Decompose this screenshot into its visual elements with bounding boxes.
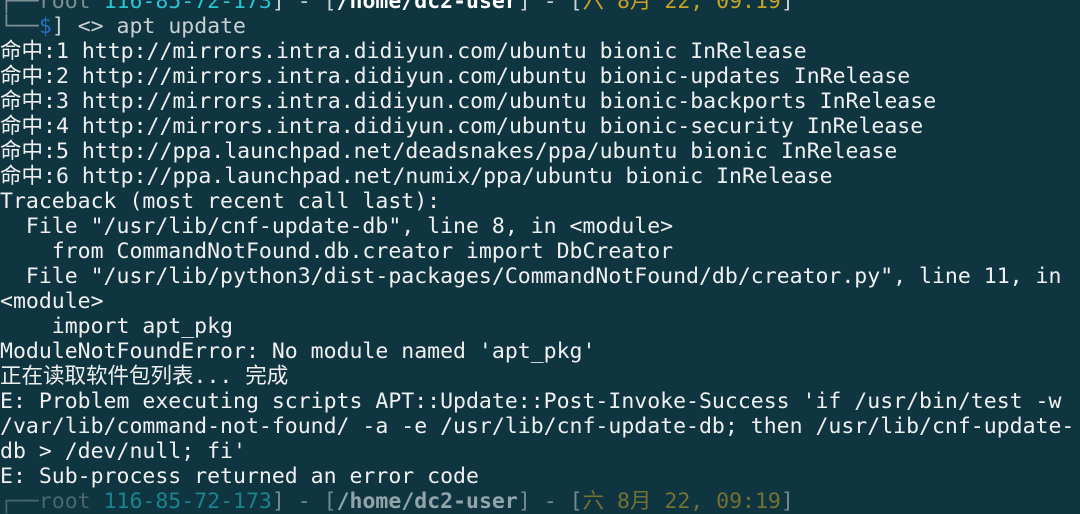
prompt-cwd: /home/dc2-user [336,0,518,14]
output-line: <module> [0,289,104,314]
output-line: File "/usr/lib/python3/dist-packages/Com… [0,264,1062,289]
prompt-sep-1: ] - [ [271,0,337,14]
output-line: import apt_pkg [0,314,233,339]
prompt-host: 116-85-72-173 [103,0,272,14]
typed-command: apt update [103,14,246,39]
output-line: ModuleNotFoundError: No module named 'ap… [0,339,596,364]
output-line: E: Problem executing scripts APT::Update… [0,389,1062,414]
output-line: 命中:5 http://ppa.launchpad.net/deadsnakes… [0,139,898,164]
output-line: /var/lib/command-not-found/ -a -e /usr/l… [0,414,1075,439]
prompt-corner-bottom: └── [0,14,39,39]
output-line: 正在读取软件包列表... 完成 [0,364,289,389]
output-line: 命中:1 http://mirrors.intra.didiyun.com/ub… [0,39,807,64]
prompt-cmd-marker: <> [64,14,104,39]
prompt-dollar-close: ] [51,14,65,39]
prompt-sep-2: ] - [ [517,0,583,14]
command-line: └──$] <> apt update [0,14,1080,39]
output-line: db > /dev/null; fi' [0,439,246,464]
output-line: Traceback (most recent call last): [0,189,441,214]
prompt-corner-top: ┌── [0,0,39,14]
prompt-close: ] [780,0,794,14]
output-line: File "/usr/lib/cnf-update-db", line 8, i… [0,214,674,239]
prompt-datetime: 六 8月 22, 09:19 [582,0,781,14]
prompt-dollar: $ [38,14,52,39]
output-line: 命中:3 http://mirrors.intra.didiyun.com/ub… [0,89,937,114]
output-line: from CommandNotFound.db.creator import D… [0,239,674,264]
output-line: 命中:4 http://mirrors.intra.didiyun.com/ub… [0,114,924,139]
next-prompt-line-partial: ┌──root 116-85-72-173] - [/home/dc2-user… [0,489,794,514]
output-line: 命中:6 http://ppa.launchpad.net/numix/ppa/… [0,164,833,189]
output-line: E: Sub-process returned an error code [0,464,479,489]
terminal-window[interactable]: ┌──root 116-85-72-173] - [/home/dc2-user… [0,0,1080,514]
prompt-line: ┌──root 116-85-72-173] - [/home/dc2-user… [0,0,1080,14]
output-line: 命中:2 http://mirrors.intra.didiyun.com/ub… [0,64,911,89]
prompt-user: root [38,0,91,14]
